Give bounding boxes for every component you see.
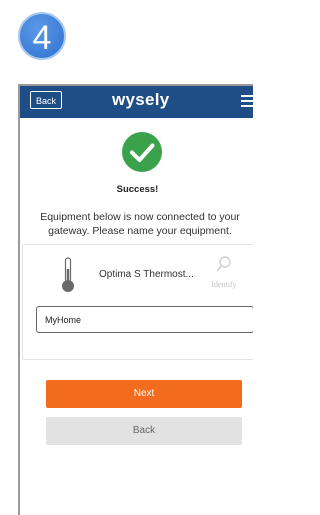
equipment-name-input[interactable]: [36, 306, 253, 333]
magnifier-icon: [216, 256, 231, 272]
equipment-name: Optima S Thermost...: [99, 269, 194, 280]
thermometer-icon: [62, 257, 74, 292]
success-title: Success!: [116, 184, 159, 195]
page: 4 Back wysely Success! Equipment below i…: [0, 0, 253, 515]
identify-label: Identify: [211, 280, 237, 289]
success-message: Equipment below is now connected to your…: [40, 211, 240, 237]
step-badge: 4: [18, 12, 66, 60]
brand-logo: wysely: [112, 90, 170, 109]
hamburger-menu-icon[interactable]: [241, 95, 253, 107]
phone-screen: Back wysely Success! Equipment below is …: [18, 84, 253, 515]
identify-button[interactable]: Identify: [207, 255, 241, 295]
top-navbar: Back wysely: [20, 86, 253, 118]
equipment-card: Optima S Thermost... Identify: [22, 244, 253, 360]
back-button[interactable]: Back: [46, 417, 242, 445]
check-circle-icon: [122, 132, 162, 172]
nav-back-button[interactable]: Back: [30, 91, 62, 109]
next-button[interactable]: Next: [46, 380, 242, 408]
